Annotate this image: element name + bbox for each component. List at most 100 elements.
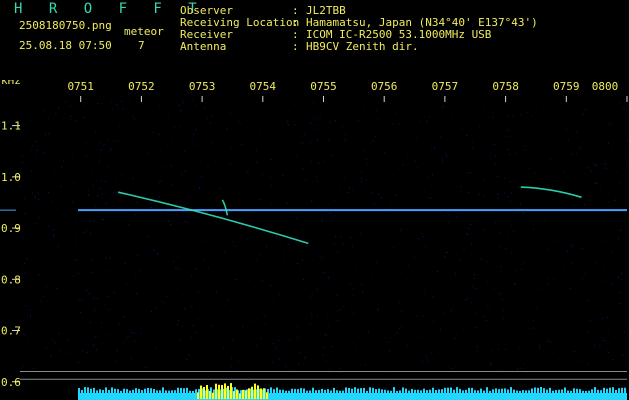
noise-dot [86,230,88,231]
noise-dot [68,351,70,353]
noise-dot [107,151,109,153]
noise-dot [438,352,440,354]
level-spike [564,387,566,393]
noise-dot [445,252,447,254]
level-spike [501,388,503,393]
noise-dot [115,360,117,362]
noise-dot [223,251,225,253]
noise-dot [607,343,609,344]
level-spike [549,387,551,393]
noise-dot [261,280,263,282]
noise-dot [479,126,480,128]
noise-dot [599,188,601,190]
noise-dot [365,158,367,160]
noise-dot [493,288,495,290]
noise-dot [105,257,107,259]
noise-dot [207,343,209,345]
noise-dot [518,347,520,349]
noise-dot [127,119,129,121]
noise-dot [167,145,169,147]
noise-dot [293,219,295,221]
noise-dot [31,192,33,194]
noise-dot [495,155,497,157]
noise-dot [406,154,408,156]
level-spike [447,387,449,393]
noise-dot [317,139,319,141]
noise-dot [120,218,122,220]
noise-dot [90,233,91,235]
noise-dot [594,318,596,320]
x-tick-label: 0755 [310,80,337,93]
noise-dot [556,239,558,241]
noise-dot [484,229,486,231]
level-spike [537,387,539,393]
noise-dot [50,355,52,357]
noise-dot [530,359,532,361]
noise-dot [356,277,358,279]
noise-dot [190,337,192,339]
noise-dot [498,294,500,295]
noise-dot [288,243,290,245]
noise-dot [112,282,114,284]
level-spike [411,389,413,393]
noise-dot [593,237,595,239]
noise-dot [180,110,182,112]
noise-dot [521,268,523,270]
noise-dot [334,120,336,122]
noise-dot [170,165,172,167]
noise-dot [111,101,112,103]
noise-dot [121,175,123,176]
level-spike [603,387,605,393]
noise-dot [81,299,83,301]
noise-dot [514,284,516,286]
noise-dot [167,113,169,115]
noise-dot [535,108,537,110]
noise-dot [42,295,44,297]
noise-dot [447,252,449,253]
noise-dot [366,163,368,165]
noise-dot [515,152,517,154]
level-spike [192,391,194,393]
noise-dot [433,321,435,323]
noise-dot [574,350,576,352]
noise-dot [497,348,499,350]
noise-dot [483,316,485,318]
level-spike [393,387,395,393]
noise-dot [234,245,236,247]
level-spike [543,388,545,393]
noise-dot [92,169,94,170]
noise-dot [50,178,52,180]
noise-dot [308,297,310,299]
noise-dot [182,101,184,103]
level-spike [456,387,458,393]
noise-dot [590,320,591,322]
noise-dot [212,274,214,276]
noise-dot [302,168,304,170]
noise-dot [153,132,155,134]
noise-dot [77,260,79,262]
noise-dot [223,347,224,349]
noise-dot [620,230,621,231]
noise-dot [316,179,318,181]
noise-dot [211,325,212,327]
level-spike [300,388,302,393]
noise-dot [261,312,263,314]
noise-dot [48,133,50,135]
noise-dot [115,191,117,193]
level-spike [321,388,323,393]
noise-dot [432,296,434,298]
level-spike [114,388,116,393]
noise-dot [134,214,136,215]
noise-dot [182,325,183,327]
noise-dot [101,180,103,182]
level-spike [339,390,341,393]
axis-labels: kHz 0751 0752 0753 0754 0755 0756 0757 0758 0759 0… [1,80,618,389]
noise-dot [31,170,33,172]
noise-dot [195,268,197,270]
level-spike [273,389,275,393]
noise-dot [401,113,403,115]
noise-dot [372,140,374,142]
noise-dot [78,273,80,275]
noise-dot [47,117,49,119]
noise-dot [434,147,435,149]
